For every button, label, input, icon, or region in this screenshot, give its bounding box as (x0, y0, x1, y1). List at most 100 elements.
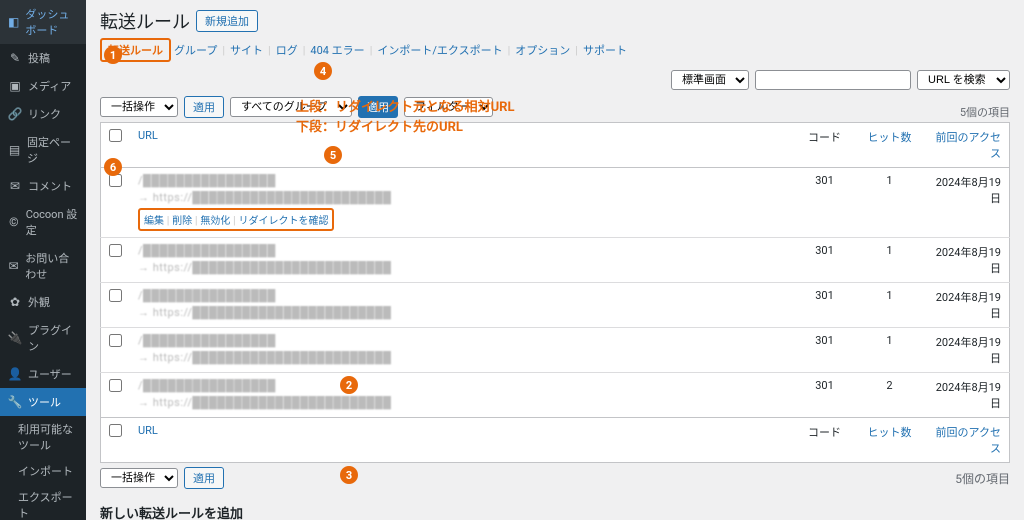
sb-tools[interactable]: 🔧ツール (0, 388, 86, 416)
sb-comments[interactable]: ✉コメント (0, 172, 86, 200)
bulk-apply-button[interactable]: 適用 (184, 96, 224, 118)
contact-icon: ✉ (8, 259, 19, 273)
media-icon: ▣ (8, 79, 22, 93)
select-all-checkbox[interactable] (109, 129, 122, 142)
row-checkbox[interactable] (109, 289, 122, 302)
source-url: /████████████████ (138, 244, 276, 257)
sb-media[interactable]: ▣メディア (0, 72, 86, 100)
row-check[interactable]: リダイレクトを確認 (238, 216, 328, 227)
item-count-bottom: 5個の項目 (955, 470, 1010, 487)
cell-hit: 2 (860, 373, 920, 418)
bulk-action-select-bottom[interactable]: 一括操作 (100, 468, 178, 488)
tab-site[interactable]: サイト (230, 42, 263, 58)
badge-1: 1 (104, 46, 122, 64)
row-delete[interactable]: 削除 (172, 216, 192, 227)
target-url: → https://████████████████████████ (138, 396, 782, 409)
filter-select[interactable]: フィルター (404, 97, 493, 117)
cell-hit: 1 (860, 168, 920, 238)
badge-4: 4 (314, 62, 332, 80)
col-access[interactable]: 前回のアクセス (936, 131, 1001, 160)
cell-access: 2024年8月19日 (920, 168, 1010, 238)
badge-2: 2 (340, 376, 358, 394)
badge-3: 3 (340, 466, 358, 484)
row-actions: 編集 | 削除 | 無効化 | リダイレクトを確認 (138, 208, 334, 231)
sb-plugins[interactable]: 🔌プラグイン (0, 316, 86, 360)
col-url[interactable]: URL (138, 129, 158, 142)
col-code-bottom: コード (808, 426, 841, 439)
row-checkbox[interactable] (109, 174, 122, 187)
cell-access: 2024年8月19日 (920, 328, 1010, 373)
pages-icon: ▤ (8, 143, 21, 157)
table-row: /████████████████ → https://█████████████… (101, 238, 1010, 283)
cell-hit: 1 (860, 328, 920, 373)
target-url: → https://████████████████████████ (138, 306, 782, 319)
sb-dashboard[interactable]: ◧ダッシュボード (0, 0, 86, 44)
sb-appearance[interactable]: ✿外観 (0, 288, 86, 316)
table-row: /████████████████ → https://█████████████… (101, 373, 1010, 418)
row-checkbox[interactable] (109, 244, 122, 257)
bulk-action-select[interactable]: 一括操作 (100, 97, 178, 117)
users-icon: 👤 (8, 367, 22, 381)
cell-access: 2024年8月19日 (920, 373, 1010, 418)
tab-log[interactable]: ログ (276, 42, 298, 58)
add-rule-heading: 新しい転送ルールを追加 (100, 503, 1010, 520)
main-content: 転送ルール 新規追加 転送ルール グループ| サイト| ログ| 404 エラー|… (86, 0, 1024, 520)
badge-5: 5 (324, 146, 342, 164)
col-code: コード (808, 131, 841, 144)
sb-cocoon[interactable]: ©Cocoon 設定 (0, 200, 86, 244)
posts-icon: ✎ (8, 51, 22, 65)
sb-pages[interactable]: ▤固定ページ (0, 128, 86, 172)
cell-code: 301 (790, 283, 860, 328)
redirects-table: URL コード ヒット数 前回のアクセス /████████████████ →… (100, 122, 1010, 463)
target-url: → https://████████████████████████ (138, 351, 782, 364)
cell-access: 2024年8月19日 (920, 238, 1010, 283)
table-row: /████████████████ → https://████████████… (101, 168, 1010, 238)
target-url: → https://████████████████████████ (138, 261, 782, 274)
cell-hit: 1 (860, 238, 920, 283)
col-url-bottom[interactable]: URL (138, 424, 158, 437)
tab-import-export[interactable]: インポート/エクスポート (377, 42, 502, 58)
cell-access: 2024年8月19日 (920, 283, 1010, 328)
plugins-icon: 🔌 (8, 331, 22, 345)
badge-6: 6 (104, 158, 122, 176)
col-hit[interactable]: ヒット数 (868, 131, 912, 144)
sb-links[interactable]: 🔗リンク (0, 100, 86, 128)
sb-posts[interactable]: ✎投稿 (0, 44, 86, 72)
cell-code: 301 (790, 238, 860, 283)
tab-options[interactable]: オプション (515, 42, 570, 58)
sb-sub-available[interactable]: 利用可能なツール (0, 416, 86, 458)
target-url: → https://████████████████████████ (138, 191, 782, 204)
sb-contact[interactable]: ✉お問い合わせ (0, 244, 86, 288)
sb-users[interactable]: 👤ユーザー (0, 360, 86, 388)
col-hit-bottom[interactable]: ヒット数 (868, 426, 912, 439)
row-checkbox[interactable] (109, 379, 122, 392)
tab-support[interactable]: サポート (583, 42, 627, 58)
view-mode-select[interactable]: 標準画面 (671, 70, 749, 90)
source-url: /████████████████ (138, 334, 276, 347)
search-type-select[interactable]: URL を検索 (917, 70, 1010, 90)
tab-404[interactable]: 404 エラー (310, 42, 364, 58)
tools-icon: 🔧 (8, 395, 22, 409)
table-row: /████████████████→ https://█████████████… (101, 283, 1010, 328)
row-checkbox[interactable] (109, 334, 122, 347)
select-all-checkbox-bottom[interactable] (109, 424, 122, 437)
row-edit[interactable]: 編集 (144, 216, 164, 227)
sb-sub-export[interactable]: エクスポート (0, 484, 86, 520)
source-url: /████████████████ (138, 174, 276, 187)
bulk-apply-button-bottom[interactable]: 適用 (184, 467, 224, 489)
group-apply-button[interactable]: 適用 (358, 96, 398, 118)
col-access-bottom[interactable]: 前回のアクセス (936, 426, 1001, 455)
tab-groups[interactable]: グループ (174, 42, 217, 58)
cocoon-icon: © (8, 215, 20, 229)
comments-icon: ✉ (8, 179, 22, 193)
table-row: /████████████████ → https://█████████████… (101, 328, 1010, 373)
row-disable[interactable]: 無効化 (200, 216, 230, 227)
cell-code: 301 (790, 168, 860, 238)
group-filter-select[interactable]: すべてのグループ (230, 97, 352, 117)
new-rule-button[interactable]: 新規追加 (196, 10, 258, 32)
search-input[interactable] (755, 70, 911, 90)
cell-hit: 1 (860, 283, 920, 328)
source-url: /████████████████ (138, 379, 276, 392)
link-icon: 🔗 (8, 107, 22, 121)
sb-sub-import[interactable]: インポート (0, 458, 86, 484)
